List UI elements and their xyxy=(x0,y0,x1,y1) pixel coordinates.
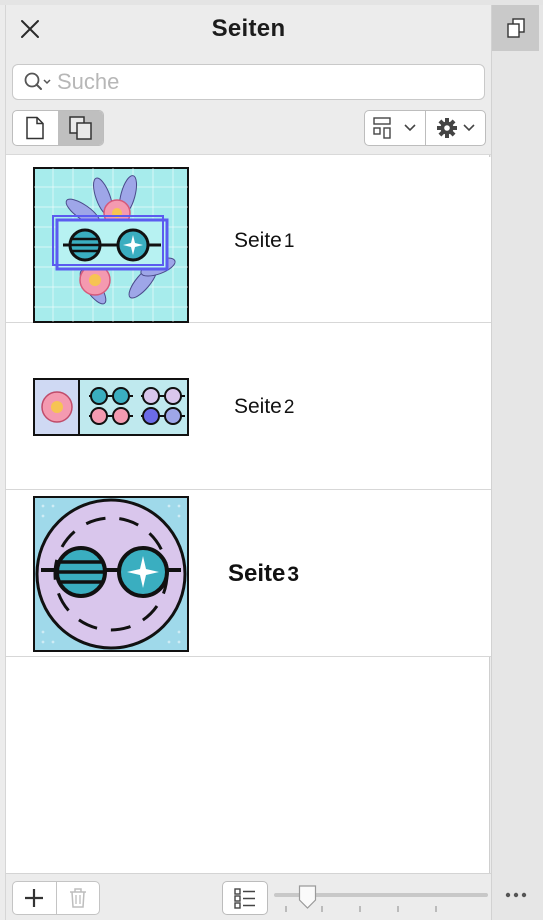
pages-window: Seiten Suche Seite 1 Seite 2 Seite3 xyxy=(0,0,543,920)
page-row[interactable]: Seite3 xyxy=(6,490,491,657)
delete-page-button[interactable] xyxy=(57,882,100,914)
page-number: 2 xyxy=(283,397,295,418)
page-thumbnail[interactable] xyxy=(33,378,189,436)
pages-docker-icon xyxy=(506,18,525,38)
layout-options-button[interactable] xyxy=(365,111,425,145)
page-number: 3 xyxy=(287,563,300,586)
page-thumbnail[interactable] xyxy=(33,496,189,652)
list-view-button[interactable] xyxy=(222,881,268,915)
page-row[interactable]: Seite 1 xyxy=(6,157,491,323)
page-name-word: Seite xyxy=(234,229,282,252)
pages-docker-tab[interactable] xyxy=(492,5,539,51)
page-name: Seite3 xyxy=(228,560,299,588)
pages-panel: Seiten Suche Seite 1 Seite 2 Seite3 xyxy=(5,5,491,920)
docker-tab-bar xyxy=(491,5,543,920)
thumbnail-size-slider[interactable] xyxy=(274,882,488,918)
page-list: Seite 1 Seite 2 Seite3 xyxy=(6,157,491,657)
trash-icon xyxy=(69,888,86,908)
single-page-view-button[interactable] xyxy=(13,111,58,145)
search-box[interactable] xyxy=(12,64,485,100)
single-page-icon xyxy=(26,116,44,140)
view-mode-toggle xyxy=(12,110,104,146)
panel-title: Seiten xyxy=(211,15,286,42)
more-icon xyxy=(505,892,527,898)
page-thumbnail[interactable] xyxy=(33,167,189,323)
chevron-down-icon xyxy=(404,124,416,132)
header-tools xyxy=(364,110,486,146)
more-options-button[interactable] xyxy=(501,885,531,905)
multi-page-icon xyxy=(68,116,92,140)
multi-page-view-button[interactable] xyxy=(58,111,103,145)
slider-thumb[interactable] xyxy=(298,885,317,909)
page-name-word: Seite xyxy=(228,560,286,587)
page-actions xyxy=(12,881,100,915)
page-row[interactable]: Seite 2 xyxy=(6,323,491,490)
panel-header: Seiten xyxy=(6,5,491,155)
layout-options-icon xyxy=(373,117,391,139)
page-name: Seite 2 xyxy=(234,395,294,419)
page-number: 1 xyxy=(283,231,295,252)
settings-button[interactable] xyxy=(426,111,486,145)
search-icon[interactable] xyxy=(23,71,53,93)
panel-footer xyxy=(6,873,491,920)
page-name: Seite 1 xyxy=(234,229,294,253)
page-name-word: Seite xyxy=(234,395,282,418)
plus-icon xyxy=(25,889,44,907)
add-page-button[interactable] xyxy=(13,882,56,914)
gear-icon xyxy=(436,118,457,138)
chevron-down-icon xyxy=(463,124,475,132)
search-input[interactable] xyxy=(57,69,457,95)
list-view-icon xyxy=(234,888,255,909)
